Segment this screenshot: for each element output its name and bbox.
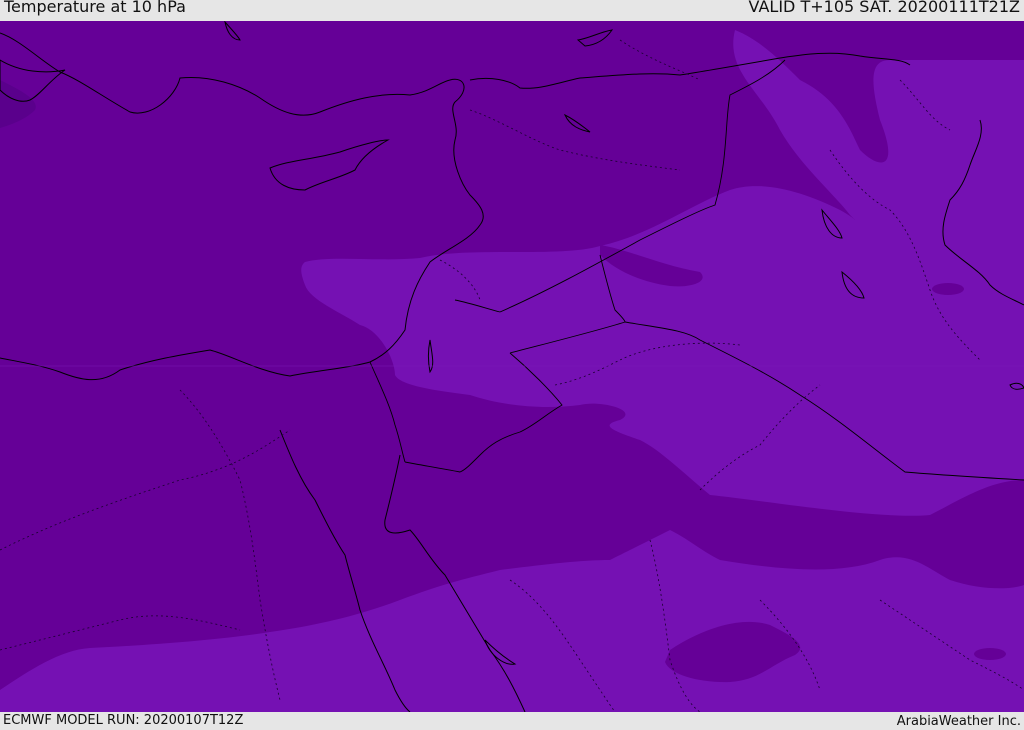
credit-label: ArabiaWeather Inc. bbox=[896, 714, 1021, 729]
header-bar: Temperature at 10 hPa VALID T+105 SAT. 2… bbox=[0, 0, 1024, 21]
map-title: Temperature at 10 hPa bbox=[4, 0, 186, 16]
valid-time: VALID T+105 SAT. 20200111T21Z bbox=[748, 0, 1020, 16]
field-dark-spot-iraq bbox=[932, 283, 964, 295]
temperature-map bbox=[0, 21, 1024, 712]
model-run: ECMWF MODEL RUN: 20200107T12Z bbox=[3, 713, 244, 728]
field-dark-spot-east bbox=[974, 648, 1006, 660]
footer-bar: ECMWF MODEL RUN: 20200107T12Z ArabiaWeat… bbox=[0, 712, 1024, 729]
map-area bbox=[0, 21, 1024, 712]
